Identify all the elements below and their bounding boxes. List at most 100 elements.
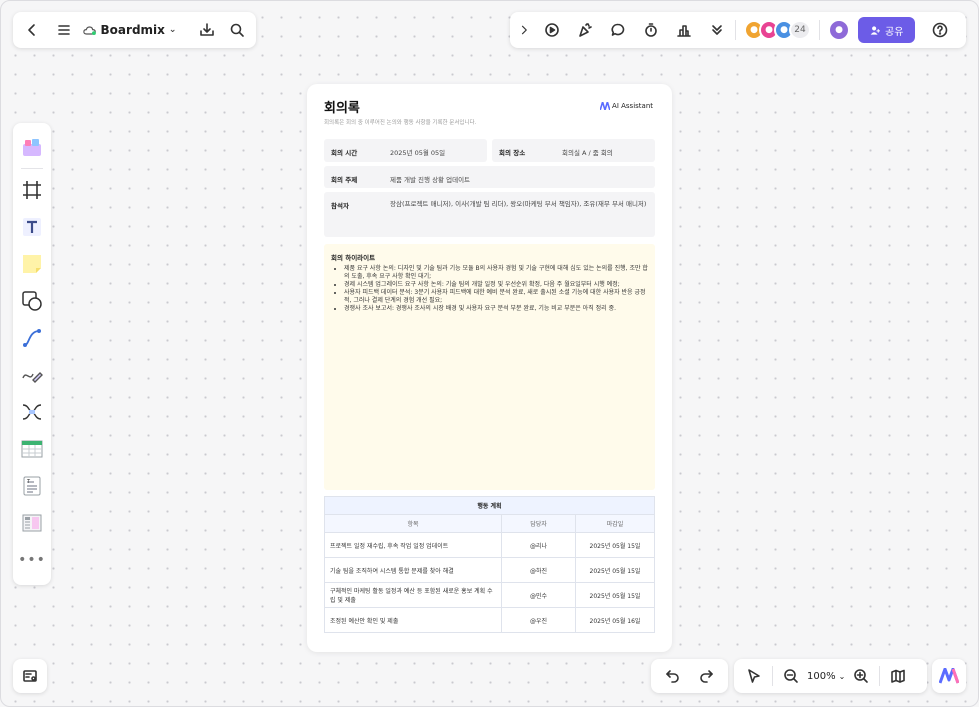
- minimap-icon[interactable]: [16, 662, 44, 690]
- chevron-down-icon: ⌄: [838, 671, 846, 681]
- table-cell: @하진: [501, 557, 576, 583]
- map-icon[interactable]: [884, 662, 912, 690]
- celebrate-icon[interactable]: [571, 16, 599, 44]
- comment-icon[interactable]: [604, 16, 632, 44]
- frame-icon[interactable]: [17, 175, 47, 204]
- app-name: Boardmix: [100, 23, 165, 37]
- more-icon[interactable]: •••: [17, 546, 47, 575]
- table-icon[interactable]: [17, 435, 47, 464]
- table-cell: 조정된 예산안 확인 및 제출: [324, 607, 502, 633]
- chevron-down-icon: ⌄: [168, 25, 177, 35]
- list-item: 경쟁사 조사 보고서: 경쟁사 조사의 시장 배경 및 사용자 요구 분석 부분…: [344, 305, 648, 313]
- timer-icon[interactable]: [637, 16, 665, 44]
- document-subtitle: 회의록은 회의 중 이루어진 논의와 행동 사항을 기록한 문서입니다.: [324, 120, 477, 126]
- ai-logo-icon: [600, 102, 611, 110]
- toolbar-divider: [735, 20, 736, 40]
- text-icon[interactable]: [17, 212, 47, 241]
- connector-icon[interactable]: [17, 323, 47, 352]
- redo-icon[interactable]: [692, 662, 720, 690]
- share-label: 공유: [885, 26, 904, 38]
- templates-icon[interactable]: [17, 133, 47, 162]
- table-row: 기술 팀을 조직하여 시스템 통합 문제를 찾아 해결 @하진 2025년 05…: [324, 557, 655, 583]
- pen-icon[interactable]: [17, 360, 47, 389]
- document-title: 회의록: [324, 101, 360, 116]
- collaborator-avatars[interactable]: ● ● ● 24: [744, 20, 811, 40]
- board-name-dropdown[interactable]: Boardmix ⌄: [77, 23, 183, 37]
- table-cell: 기술 팀을 조직하여 시스템 통합 문제를 찾아 해결: [324, 557, 502, 583]
- highlights-list: 제품 요구 사항 논의: 디자인 및 기술 팀과 기능 모듈 B의 사용자 경험…: [331, 265, 648, 314]
- toolbar-divider: [772, 666, 773, 686]
- meeting-minutes-document[interactable]: 회의록 회의록은 회의 중 이루어진 논의와 행동 사항을 기록한 문서입니다.…: [307, 84, 672, 652]
- attendees-label: 참석자: [331, 202, 349, 210]
- sticky-note-icon[interactable]: [17, 249, 47, 278]
- table-cell: 2025년 05월 16일: [575, 607, 655, 633]
- table-cell: 2025년 05월 15일: [575, 582, 655, 608]
- share-button[interactable]: 공유: [858, 17, 916, 43]
- zoom-out-icon[interactable]: [777, 662, 805, 690]
- toolbar-divider: [879, 666, 881, 686]
- highlights-section: 회의 하이라이트 제품 요구 사항 논의: 디자인 및 기술 팀과 기능 모듈 …: [324, 244, 655, 490]
- undo-icon[interactable]: [659, 662, 687, 690]
- mindmap-icon[interactable]: [17, 398, 47, 427]
- help-icon[interactable]: [927, 17, 953, 43]
- table-cell: 2025년 05월 15일: [575, 532, 655, 558]
- boardmix-ai-button[interactable]: [932, 659, 966, 693]
- zoom-level: 100%: [807, 670, 836, 682]
- table-header-row: 항목 담당자 마감일: [324, 514, 655, 533]
- highlights-title: 회의 하이라이트: [331, 254, 376, 262]
- toolbar-divider: [819, 20, 820, 40]
- meeting-place-label: 회의 장소: [499, 149, 526, 157]
- table-cell: @우진: [501, 607, 576, 633]
- column-header: 마감일: [575, 514, 655, 533]
- table-cell: 구체적인 마케팅 활동 일정과 예산 등 포함된 새로운 홍보 계획 수립 및 …: [324, 582, 502, 608]
- boardmix-logo-icon: [939, 668, 959, 684]
- play-icon[interactable]: [538, 16, 566, 44]
- action-plan-table: 행동 계획 항목 담당자 마감일 프로젝트 일정 재수립, 후속 작업 일정 업…: [324, 496, 655, 633]
- back-icon[interactable]: [19, 16, 45, 44]
- top-left-toolbar: Boardmix ⌄: [13, 12, 256, 48]
- toolbar-divider: [21, 168, 43, 170]
- meeting-place-field: 회의 장소 회의실 A / 줌 회의: [492, 139, 655, 162]
- table-row: 조정된 예산안 확인 및 제출 @우진 2025년 05월 16일: [324, 607, 655, 633]
- meeting-topic-label: 회의 주제: [331, 176, 358, 184]
- meeting-place-value: 회의실 A / 줌 회의: [562, 149, 613, 157]
- download-icon[interactable]: [194, 16, 220, 44]
- meeting-topic-field: 회의 주제 제품 개발 진행 상황 업데이트: [324, 166, 655, 188]
- zoom-level-dropdown[interactable]: 100% ⌄: [807, 671, 845, 682]
- chevron-right-icon[interactable]: [514, 16, 534, 44]
- avatar[interactable]: ●: [828, 19, 850, 41]
- menu-icon[interactable]: [51, 16, 77, 44]
- search-icon[interactable]: [224, 16, 250, 44]
- action-plan-caption: 행동 계획: [324, 496, 655, 515]
- meeting-time-field: 회의 시간 2025년 05월 05일: [324, 139, 487, 162]
- ai-assistant-label: AI Assistant: [612, 102, 653, 110]
- table-cell: 2025년 05월 15일: [575, 557, 655, 583]
- meeting-time-label: 회의 시간: [331, 149, 358, 157]
- table-row: 프로젝트 일정 재수립, 후속 작업 일정 업데이트 @리나 2025년 05월…: [324, 532, 655, 558]
- zoom-toolbar: 100% ⌄: [734, 659, 927, 693]
- attendees-field: 참석자 장삼(프로젝트 매니저), 이사(개발 팀 리더), 왕오(마케팅 부서…: [324, 192, 655, 237]
- table-cell: @민수: [501, 582, 576, 608]
- creation-toolbar: T •••: [13, 123, 51, 585]
- table-cell: @리나: [501, 532, 576, 558]
- attendees-value: 장삼(프로젝트 매니저), 이사(개발 팀 리더), 왕오(마케팅 부서 책임자…: [390, 200, 647, 208]
- column-header: 담당자: [501, 514, 576, 533]
- vote-icon[interactable]: [670, 16, 698, 44]
- layout-icon[interactable]: [17, 509, 47, 538]
- select-cursor-icon[interactable]: [740, 662, 768, 690]
- zoom-in-icon[interactable]: [847, 662, 875, 690]
- table-row: 구체적인 마케팅 활동 일정과 예산 등 포함된 새로운 홍보 계획 수립 및 …: [324, 582, 655, 608]
- bottom-left-toolbar: [13, 659, 47, 693]
- history-toolbar: [651, 659, 728, 693]
- avatar-count: 24: [789, 20, 811, 40]
- ai-assistant-button[interactable]: AI Assistant: [600, 102, 653, 110]
- table-cell: 프로젝트 일정 재수립, 후속 작업 일정 업데이트: [324, 532, 502, 558]
- list-item: 제품 요구 사항 논의: 디자인 및 기술 팀과 기능 모듈 B의 사용자 경험…: [344, 265, 648, 281]
- document-icon[interactable]: T: [17, 472, 47, 501]
- cloud-icon: [82, 25, 96, 35]
- shape-icon[interactable]: [17, 286, 47, 315]
- top-right-toolbar: ● ● ● 24 ● 공유: [510, 12, 966, 48]
- meeting-time-value: 2025년 05월 05일: [390, 149, 446, 157]
- more-chevrons-icon[interactable]: [703, 16, 731, 44]
- list-item: 사용자 피드백 데이터 분석: 3분기 사용자 피드백에 대한 예비 분석 완료…: [344, 289, 648, 305]
